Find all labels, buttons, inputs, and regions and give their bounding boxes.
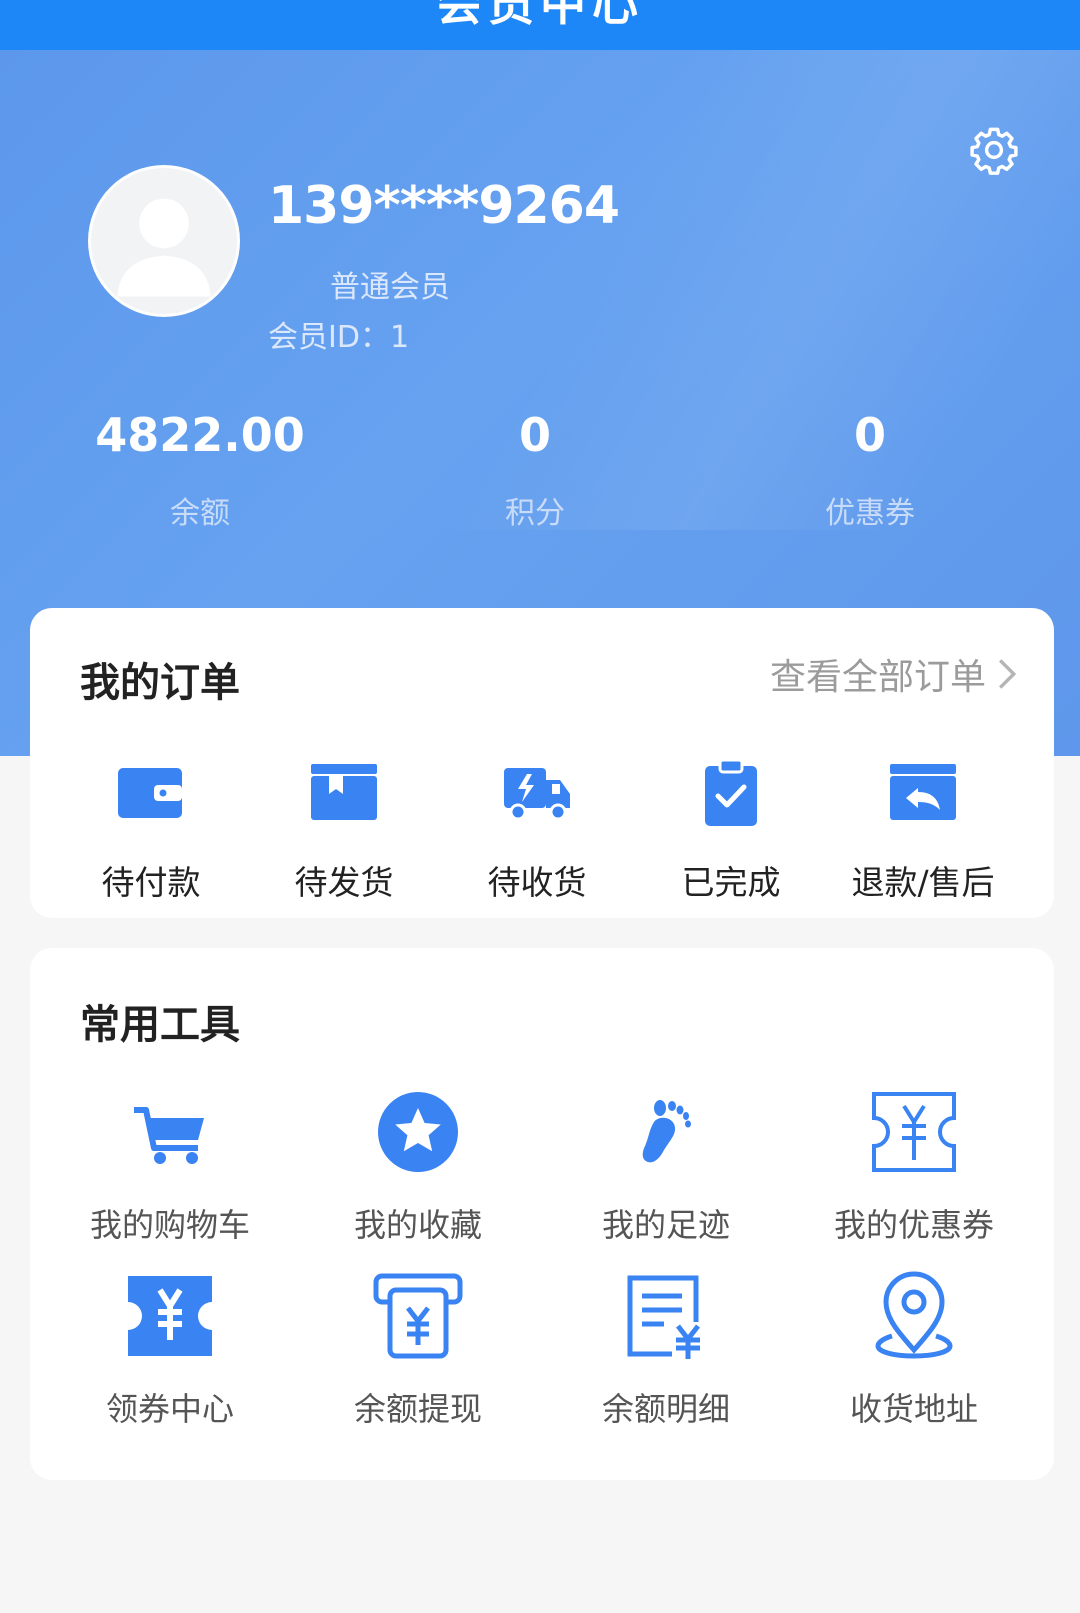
tool-label: 余额明细 [601, 1390, 730, 1428]
order-pending-receipt[interactable]: 待收货 [442, 758, 632, 904]
stat-value: 0 [518, 408, 551, 462]
tool-label: 收货地址 [849, 1390, 978, 1428]
stat-value: 4822.00 [95, 408, 305, 462]
stat-label: 优惠券 [825, 496, 915, 531]
order-completed[interactable]: 已完成 [636, 758, 826, 904]
stat-balance[interactable]: 4822.00 余额 [50, 408, 350, 532]
order-label: 已完成 [681, 863, 781, 902]
stat-label: 积分 [505, 496, 565, 531]
tool-label: 我的购物车 [89, 1206, 250, 1244]
stat-label: 余额 [170, 496, 230, 531]
balance-detail-icon [627, 1275, 700, 1359]
tool-my-coupons[interactable]: 我的优惠券 [794, 1086, 1034, 1246]
user-phone: 139****9264 [268, 176, 620, 236]
star-icon [378, 1092, 458, 1172]
avatar[interactable] [88, 165, 240, 317]
stat-value: 0 [853, 408, 886, 462]
tool-label: 我的优惠券 [833, 1206, 994, 1244]
tool-coupon-center[interactable]: 领券中心 [50, 1270, 290, 1430]
wallet-icon [118, 768, 182, 818]
top-bar: 会员中心 [0, 0, 1080, 50]
footprint-icon [642, 1100, 691, 1163]
tool-label: 余额提现 [353, 1390, 482, 1428]
box-icon [311, 764, 377, 820]
order-label: 待收货 [487, 863, 587, 902]
order-pending-shipment[interactable]: 待发货 [249, 758, 439, 904]
tool-shopping-cart[interactable]: 我的购物车 [50, 1086, 290, 1246]
orders-title: 我的订单 [80, 660, 240, 706]
tool-label: 我的足迹 [601, 1206, 730, 1244]
tool-label: 我的收藏 [353, 1206, 482, 1244]
view-all-orders-link[interactable]: 查看全部订单 [770, 648, 1018, 700]
chevron-right-icon [998, 659, 1017, 689]
truck-icon [504, 768, 570, 821]
clipboard-check-icon [705, 758, 757, 826]
orders-card: 我的订单 查看全部订单 待付款 待发货 待收货 已完成 退款/售后 [30, 608, 1054, 918]
location-icon [875, 1271, 953, 1359]
order-label: 待发货 [294, 863, 394, 902]
tools-card: 常用工具 我的购物车 我的收藏 我的足迹 我的优惠券 领券中心 余额提现 余额明… [30, 948, 1054, 1480]
tool-footprints[interactable]: 我的足迹 [546, 1086, 786, 1246]
tools-title: 常用工具 [80, 1002, 240, 1048]
member-id: 会员ID：1 [268, 320, 410, 355]
tool-label: 领券中心 [105, 1390, 234, 1428]
view-all-label: 查看全部订单 [769, 657, 986, 698]
default-avatar-icon [117, 198, 211, 297]
coupon-filled-icon [128, 1276, 212, 1356]
tool-favorites[interactable]: 我的收藏 [298, 1086, 538, 1246]
settings-button[interactable] [966, 122, 1022, 178]
page-title: 会员中心 [436, 0, 644, 31]
gear-icon [970, 127, 1018, 175]
order-label: 待付款 [101, 863, 201, 902]
stat-points[interactable]: 0 积分 [385, 408, 685, 532]
tool-withdraw[interactable]: 余额提现 [298, 1270, 538, 1430]
refund-icon [890, 764, 956, 820]
cart-icon [134, 1107, 204, 1164]
tool-balance-detail[interactable]: 余额明细 [546, 1270, 786, 1430]
order-refund-aftersale[interactable]: 退款/售后 [828, 758, 1018, 904]
stat-coupons[interactable]: 0 优惠券 [720, 408, 1020, 532]
order-pending-payment[interactable]: 待付款 [56, 758, 246, 904]
member-level: 普通会员 [330, 270, 450, 305]
withdraw-icon [373, 1273, 463, 1359]
coupon-outline-icon [872, 1092, 956, 1172]
order-label: 退款/售后 [851, 863, 995, 902]
tool-shipping-address[interactable]: 收货地址 [794, 1270, 1034, 1430]
